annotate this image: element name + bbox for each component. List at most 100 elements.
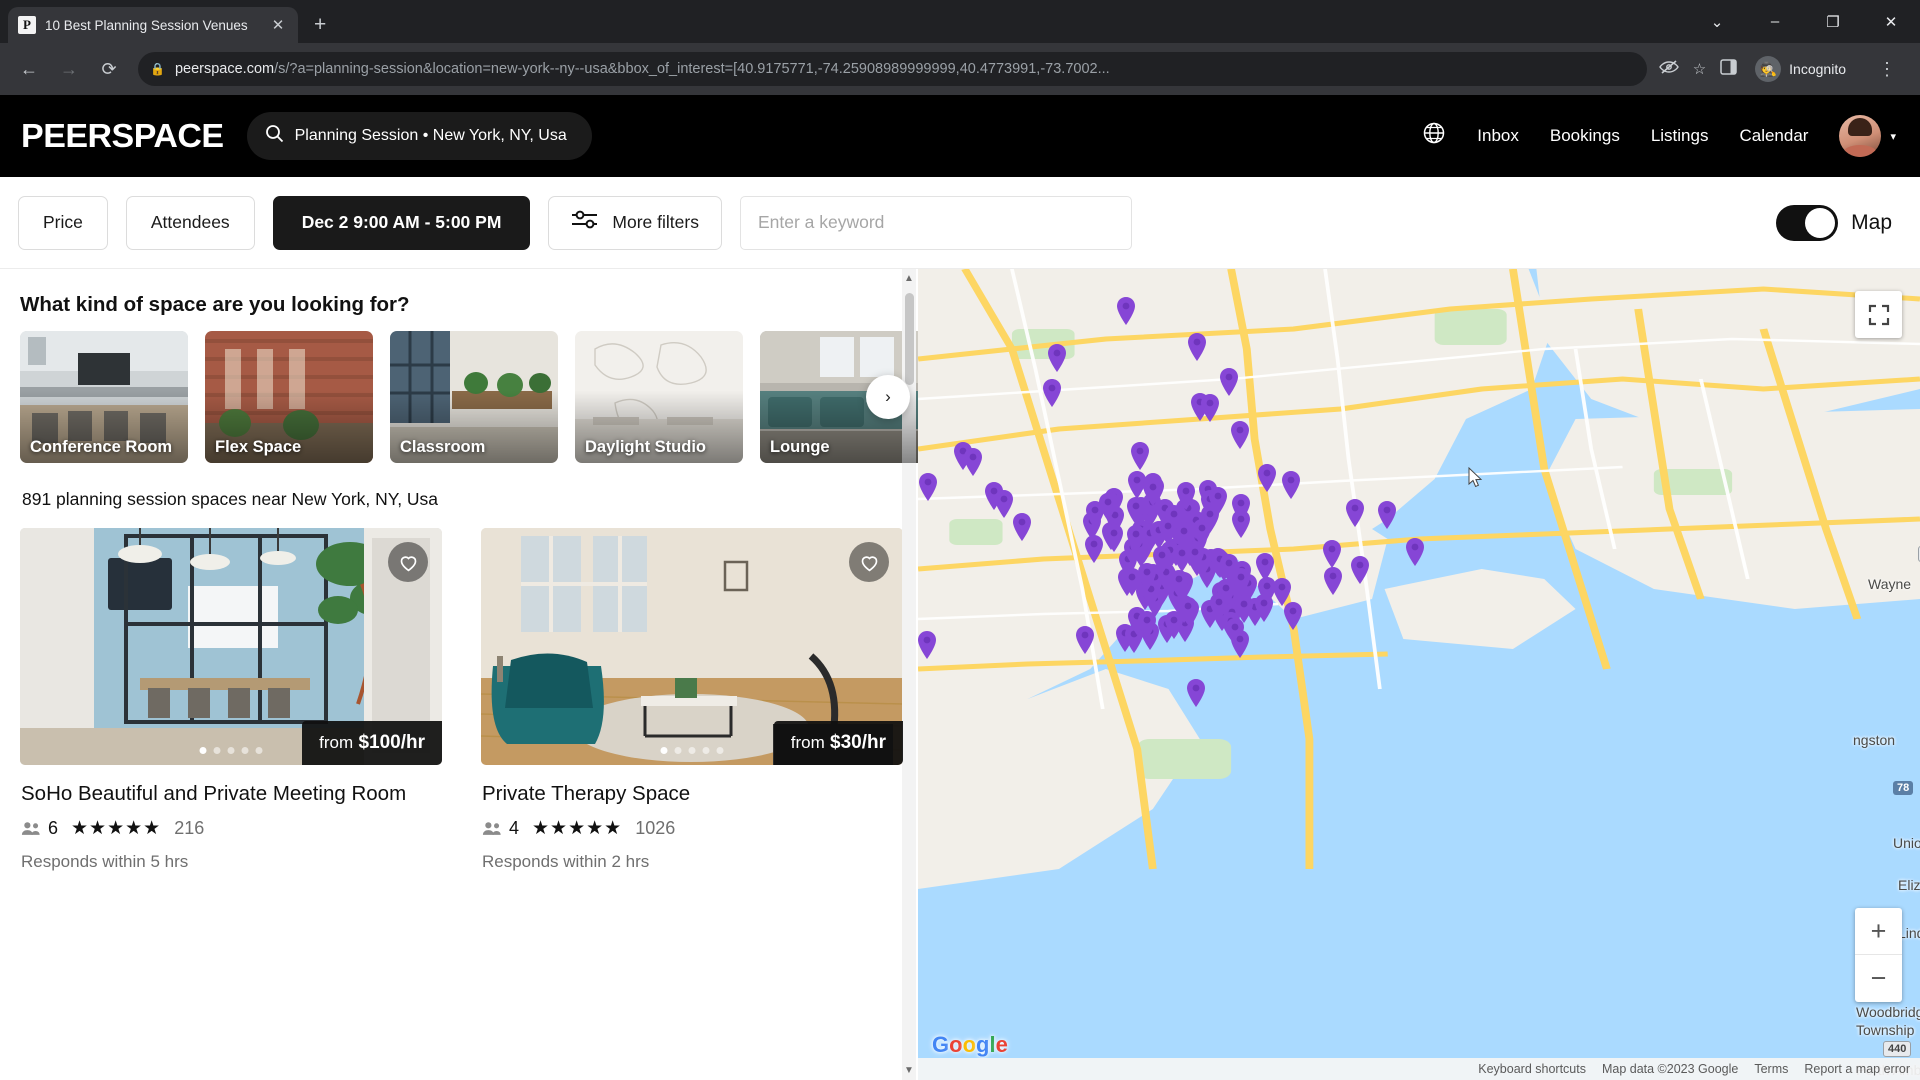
nav-link-listings[interactable]: Listings: [1651, 126, 1709, 146]
map-pin[interactable]: [1219, 368, 1239, 396]
side-panel-icon[interactable]: [1720, 59, 1737, 79]
listing-photo[interactable]: from $30/hr: [481, 528, 903, 765]
category-card-daylight-studio[interactable]: Daylight Studio: [575, 331, 743, 463]
zoom-out-button[interactable]: −: [1855, 955, 1902, 1002]
map-pin[interactable]: [1130, 442, 1150, 470]
nav-link-calendar[interactable]: Calendar: [1739, 126, 1808, 146]
map-pin[interactable]: [963, 448, 983, 476]
map-pin[interactable]: [1186, 679, 1206, 707]
fullscreen-icon[interactable]: [1855, 291, 1902, 338]
tab-title: 10 Best Planning Session Venues: [45, 17, 248, 33]
map-pin[interactable]: [1158, 516, 1178, 545]
map-pin[interactable]: [1084, 535, 1104, 564]
listing-card[interactable]: from $30/hr Private Therapy Space 4 ★★★★…: [481, 528, 903, 872]
map-pin[interactable]: [1230, 629, 1250, 658]
map-pin[interactable]: [1178, 596, 1198, 625]
map-pin[interactable]: [1350, 556, 1370, 584]
keyboard-shortcuts-link[interactable]: Keyboard shortcuts: [1478, 1062, 1586, 1076]
map-pin[interactable]: [1254, 593, 1274, 622]
chevron-down-icon[interactable]: ⌄: [1688, 0, 1746, 43]
map-pin[interactable]: [1322, 540, 1342, 568]
avatar: [1839, 115, 1882, 157]
reload-icon[interactable]: ⟳: [92, 52, 126, 86]
category-card-classroom[interactable]: Classroom: [390, 331, 558, 463]
keyword-input[interactable]: [739, 195, 1132, 250]
map-pin[interactable]: [1231, 509, 1251, 538]
map-pin[interactable]: [1137, 610, 1157, 639]
globe-icon[interactable]: [1422, 121, 1446, 151]
map-pin[interactable]: [1255, 553, 1275, 582]
map-pin[interactable]: [994, 490, 1014, 518]
map-pin[interactable]: [918, 473, 938, 501]
back-icon[interactable]: ←: [12, 52, 46, 86]
map-pin[interactable]: [1098, 492, 1118, 521]
map-pin[interactable]: [1047, 344, 1067, 372]
map-pin[interactable]: [1187, 333, 1207, 361]
category-card-conference-room[interactable]: Conference Room: [20, 331, 188, 463]
header-search-pill[interactable]: Planning Session • New York, NY, Usa: [246, 112, 592, 160]
kebab-menu-icon[interactable]: ⋮: [1870, 59, 1904, 80]
map-toggle[interactable]: Map: [1776, 204, 1902, 241]
map-pin[interactable]: [1281, 471, 1301, 499]
map-pin[interactable]: [1377, 501, 1397, 529]
listing-photo[interactable]: from $100/hr: [20, 528, 442, 765]
peerspace-logo[interactable]: PEERSPACE: [21, 117, 224, 155]
filter-attendees-button[interactable]: Attendees: [125, 195, 255, 250]
map-pin[interactable]: [1323, 567, 1343, 595]
url-input[interactable]: 🔒 peerspace.com/s/?a=planning-session&lo…: [138, 52, 1647, 86]
map-pin[interactable]: [1075, 626, 1095, 654]
zoom-in-button[interactable]: +: [1855, 908, 1902, 955]
map-pin[interactable]: [1126, 525, 1146, 554]
category-card-flex-space[interactable]: Flex Space: [205, 331, 373, 463]
carousel-next-button[interactable]: ›: [866, 375, 910, 419]
map-pin[interactable]: [1230, 421, 1250, 449]
photo-dots[interactable]: [660, 747, 724, 754]
minimize-button[interactable]: –: [1746, 0, 1804, 43]
eye-off-icon[interactable]: [1658, 59, 1679, 79]
photo-dots[interactable]: [199, 747, 263, 754]
map-panel[interactable]: Wayne Paterson Paramus Yonkers New Roche…: [918, 269, 1920, 1080]
maximize-button[interactable]: ❐: [1804, 0, 1862, 43]
map-pin[interactable]: [1234, 595, 1254, 624]
listing-title[interactable]: Private Therapy Space: [482, 782, 903, 806]
close-window-button[interactable]: ✕: [1862, 0, 1920, 43]
map-pin[interactable]: [1126, 497, 1146, 526]
map-pin[interactable]: [1345, 499, 1365, 527]
new-tab-button[interactable]: +: [314, 13, 326, 37]
favorite-button[interactable]: [388, 542, 428, 582]
map-pin[interactable]: [1231, 567, 1251, 596]
map-pin[interactable]: [1042, 379, 1062, 407]
map-pin[interactable]: [1169, 570, 1189, 599]
filter-price-button[interactable]: Price: [18, 195, 108, 250]
browser-tab[interactable]: P 10 Best Planning Session Venues ✕: [8, 7, 298, 43]
scroll-up-icon[interactable]: ▲: [904, 273, 914, 284]
close-icon[interactable]: ✕: [268, 16, 288, 34]
map-pin[interactable]: [1272, 578, 1292, 607]
map-pin[interactable]: [1405, 538, 1425, 566]
map-pin[interactable]: [1208, 486, 1228, 515]
forward-icon[interactable]: →: [52, 52, 86, 86]
terms-link[interactable]: Terms: [1754, 1062, 1788, 1076]
filter-date-button[interactable]: Dec 2 9:00 AM - 5:00 PM: [272, 195, 531, 250]
map-pin[interactable]: [1185, 543, 1205, 572]
map-pin[interactable]: [1200, 394, 1220, 422]
map-pin[interactable]: [1116, 297, 1136, 325]
more-filters-button[interactable]: More filters: [548, 195, 722, 250]
nav-link-bookings[interactable]: Bookings: [1550, 126, 1620, 146]
map-pin[interactable]: [1104, 524, 1124, 553]
map-pin[interactable]: [1257, 464, 1277, 492]
incognito-profile-button[interactable]: 🕵 Incognito: [1751, 52, 1856, 86]
map-pin[interactable]: [1143, 477, 1163, 506]
listing-title[interactable]: SoHo Beautiful and Private Meeting Room: [21, 782, 442, 806]
listing-card[interactable]: from $100/hr SoHo Beautiful and Private …: [20, 528, 442, 872]
favorite-button[interactable]: [849, 542, 889, 582]
account-menu-button[interactable]: ▾: [1839, 115, 1896, 157]
nav-link-inbox[interactable]: Inbox: [1477, 126, 1519, 146]
map-pin[interactable]: [1012, 513, 1032, 541]
map-pin[interactable]: [918, 631, 937, 659]
star-icon[interactable]: ☆: [1693, 60, 1706, 78]
map-toggle-switch[interactable]: [1776, 204, 1839, 241]
map-zoom-controls[interactable]: + −: [1855, 908, 1902, 1002]
report-error-link[interactable]: Report a map error: [1804, 1062, 1910, 1076]
scroll-down-icon[interactable]: ▼: [904, 1065, 914, 1076]
